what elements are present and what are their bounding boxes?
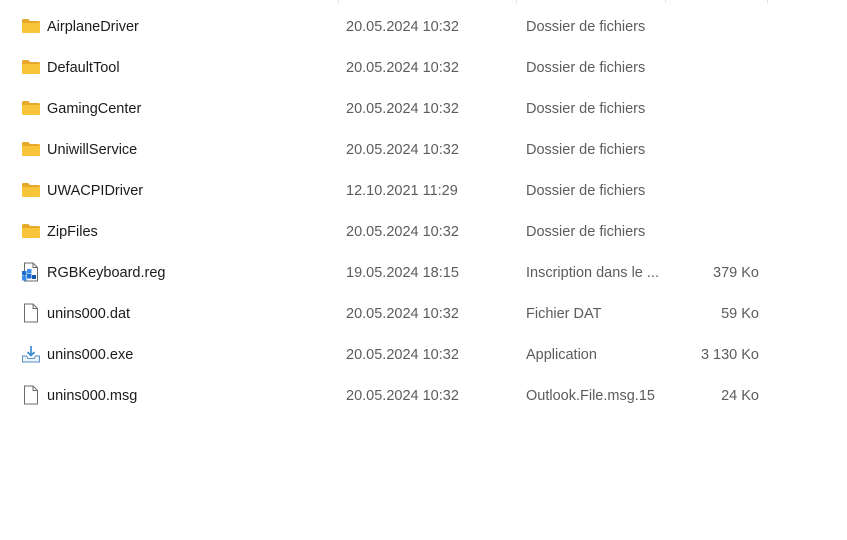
column-divider[interactable]	[665, 0, 666, 3]
registry-file-icon	[21, 262, 41, 282]
file-type: Dossier de fichiers	[526, 224, 646, 240]
file-type: Dossier de fichiers	[526, 183, 646, 199]
file-row[interactable]: DefaultTool 20.05.2024 10:32 Dossier de …	[0, 48, 800, 89]
installer-exe-icon	[21, 344, 41, 364]
file-size	[666, 89, 759, 130]
folder-icon	[21, 98, 41, 118]
file-size	[666, 7, 759, 48]
file-name: UniwillService	[47, 142, 138, 158]
file-size	[666, 130, 759, 171]
file-size	[666, 48, 759, 89]
file-date: 20.05.2024 10:32	[346, 142, 459, 158]
file-row[interactable]: UWACPIDriver 12.10.2021 11:29 Dossier de…	[0, 171, 800, 212]
folder-icon	[21, 180, 41, 200]
file-name: AirplaneDriver	[47, 19, 139, 35]
file-row[interactable]: AirplaneDriver 20.05.2024 10:32 Dossier …	[0, 7, 800, 48]
file-row[interactable]: unins000.dat 20.05.2024 10:32 Fichier DA…	[0, 294, 800, 335]
file-row[interactable]: GamingCenter 20.05.2024 10:32 Dossier de…	[0, 89, 800, 130]
file-row[interactable]: ZipFiles 20.05.2024 10:32 Dossier de fic…	[0, 212, 800, 253]
file-name: unins000.exe	[47, 347, 134, 363]
column-divider[interactable]	[338, 0, 339, 3]
file-size	[666, 171, 759, 212]
file-name: RGBKeyboard.reg	[47, 265, 166, 281]
folder-icon	[21, 16, 41, 36]
blank-file-icon	[21, 303, 41, 323]
folder-icon	[21, 57, 41, 77]
file-type: Outlook.File.msg.15	[526, 388, 655, 404]
file-name: unins000.dat	[47, 306, 131, 322]
file-date: 20.05.2024 10:32	[346, 388, 459, 404]
file-date: 19.05.2024 18:15	[346, 265, 459, 281]
blank-file-icon	[21, 385, 41, 405]
file-row[interactable]: unins000.msg 20.05.2024 10:32 Outlook.Fi…	[0, 376, 800, 417]
file-name: UWACPIDriver	[47, 183, 144, 199]
file-date: 20.05.2024 10:32	[346, 101, 459, 117]
file-size	[666, 212, 759, 253]
file-row[interactable]: RGBKeyboard.reg 19.05.2024 18:15 Inscrip…	[0, 253, 800, 294]
file-size: 379 Ko	[713, 265, 759, 281]
file-size: 24 Ko	[721, 388, 759, 404]
column-divider[interactable]	[767, 0, 768, 3]
file-date: 20.05.2024 10:32	[346, 60, 459, 76]
file-name: DefaultTool	[47, 60, 120, 76]
folder-icon	[21, 221, 41, 241]
file-type: Dossier de fichiers	[526, 101, 646, 117]
file-row[interactable]: UniwillService 20.05.2024 10:32 Dossier …	[0, 130, 800, 171]
column-dividers	[0, 0, 847, 4]
file-date: 20.05.2024 10:32	[346, 347, 459, 363]
file-type: Inscription dans le ...	[526, 265, 659, 281]
file-size: 59 Ko	[721, 306, 759, 322]
file-type: Application	[526, 347, 597, 363]
folder-icon	[21, 139, 41, 159]
file-date: 20.05.2024 10:32	[346, 19, 459, 35]
file-name: GamingCenter	[47, 101, 142, 117]
file-row[interactable]: unins000.exe 20.05.2024 10:32 Applicatio…	[0, 335, 800, 376]
file-type: Dossier de fichiers	[526, 60, 646, 76]
file-date: 12.10.2021 11:29	[346, 183, 458, 199]
file-list: AirplaneDriver 20.05.2024 10:32 Dossier …	[0, 0, 847, 540]
column-divider[interactable]	[516, 0, 517, 3]
file-name: unins000.msg	[47, 388, 138, 404]
file-type: Dossier de fichiers	[526, 142, 646, 158]
file-type: Dossier de fichiers	[526, 19, 646, 35]
file-date: 20.05.2024 10:32	[346, 224, 459, 240]
file-type: Fichier DAT	[526, 306, 602, 322]
file-date: 20.05.2024 10:32	[346, 306, 459, 322]
file-name: ZipFiles	[47, 224, 98, 240]
file-size: 3 130 Ko	[700, 347, 759, 363]
